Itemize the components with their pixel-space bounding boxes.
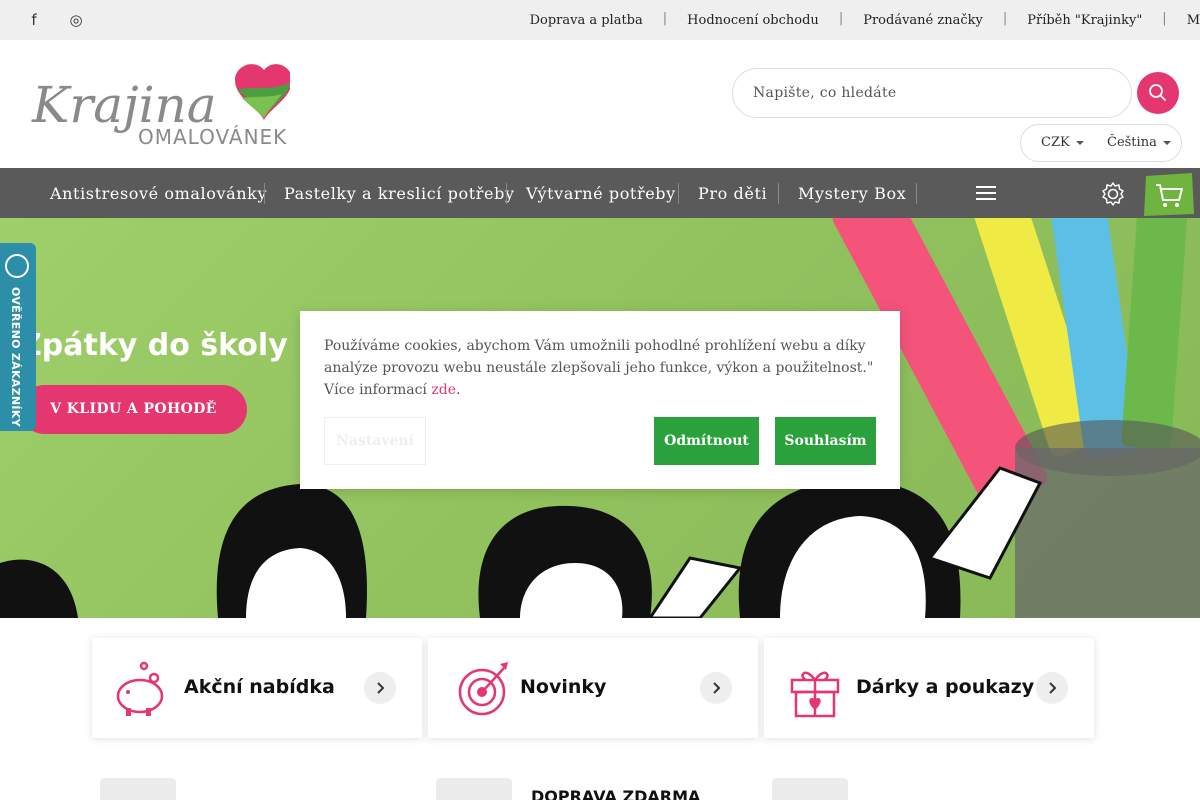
- search-placeholder: Napište, co hledáte: [753, 85, 897, 101]
- cart-icon[interactable]: [1142, 170, 1196, 218]
- search-button[interactable]: [1137, 72, 1179, 114]
- verified-badge-text: OVĚŘENO ZÁKAZNÍKY: [9, 287, 22, 427]
- chevron-down-icon: [1075, 140, 1084, 145]
- chevron-right-icon[interactable]: [1036, 672, 1068, 704]
- nav-separator: [916, 183, 917, 204]
- category-card-new[interactable]: Novinky: [428, 638, 758, 738]
- hero-title: Zpátky do školy: [20, 328, 288, 363]
- nav-item-antistress[interactable]: Antistresové omalovánky: [50, 184, 267, 203]
- nav-item-mystery-box[interactable]: Mystery Box: [798, 184, 906, 203]
- facebook-icon[interactable]: f: [26, 12, 42, 28]
- category-card-gifts[interactable]: Dárky a poukazy: [764, 638, 1094, 738]
- cookie-accept-button[interactable]: Souhlasím: [775, 417, 876, 465]
- decor-brush-stroke: [772, 778, 848, 800]
- cookie-settings-button[interactable]: Nastavení: [324, 417, 426, 465]
- nav-separator: [778, 183, 779, 204]
- nav-separator: [506, 183, 507, 204]
- top-link-reviews[interactable]: Hodnocení obchodu: [667, 13, 839, 28]
- gift-icon: [790, 671, 840, 718]
- verified-seal-icon: [5, 254, 29, 278]
- site-logo[interactable]: Krajina OMALOVÁNEK: [30, 60, 290, 150]
- top-bar: f ◎ Doprava a platba | Hodnocení obchodu…: [0, 0, 1200, 40]
- gear-icon[interactable]: [1100, 181, 1126, 207]
- top-link-more[interactable]: M: [1167, 13, 1200, 28]
- top-link-story[interactable]: Příběh "Krajinky": [1007, 13, 1162, 28]
- nav-item-kids[interactable]: Pro děti: [698, 184, 767, 203]
- cookie-decline-button[interactable]: Odmítnout: [654, 417, 759, 465]
- logo-subtitle: OMALOVÁNEK: [138, 125, 287, 149]
- cookie-message: Používáme cookies, abychom Vám umožnili …: [324, 338, 874, 398]
- language-value: Čeština: [1107, 135, 1157, 150]
- hero-cta-button[interactable]: V KLIDU A POHODĚ: [20, 385, 247, 434]
- main-nav: Antistresové omalovánky Pastelky a kresl…: [0, 168, 1200, 218]
- currency-select[interactable]: CZK: [1041, 135, 1084, 150]
- kids-illustration: [0, 466, 1043, 618]
- target-icon: [458, 662, 508, 716]
- nav-separator: [264, 183, 265, 204]
- decor-brush-stroke: [436, 778, 512, 800]
- nav-separator: [678, 183, 679, 204]
- cookie-text: Používáme cookies, abychom Vám umožnili …: [324, 335, 876, 401]
- decor-brush-stroke: [100, 778, 176, 800]
- piggy-bank-icon: [116, 661, 164, 716]
- currency-value: CZK: [1041, 135, 1070, 150]
- currency-language-box: CZK Čeština: [1020, 124, 1182, 162]
- card-label: Akční nabídka: [184, 676, 335, 698]
- menu-icon[interactable]: [976, 186, 996, 200]
- card-label: Novinky: [520, 676, 607, 698]
- top-links: Doprava a platba | Hodnocení obchodu | P…: [510, 0, 1200, 40]
- chevron-down-icon: [1162, 140, 1171, 145]
- verified-badge[interactable]: OVĚŘENO ZÁKAZNÍKY: [0, 243, 36, 431]
- top-link-brands[interactable]: Prodávané značky: [843, 13, 1003, 28]
- cookie-more-link[interactable]: zde: [431, 382, 456, 398]
- category-card-sale[interactable]: Akční nabídka: [92, 638, 422, 738]
- instagram-icon[interactable]: ◎: [68, 12, 84, 28]
- card-label: Dárky a poukazy: [856, 676, 1035, 698]
- cookie-dialog: Používáme cookies, abychom Vám umožnili …: [300, 311, 900, 489]
- page: f ◎ Doprava a platba | Hodnocení obchodu…: [0, 0, 1200, 800]
- search-input[interactable]: Napište, co hledáte: [732, 68, 1132, 118]
- language-select[interactable]: Čeština: [1107, 135, 1171, 150]
- nav-item-art-supplies[interactable]: Výtvarné potřeby: [526, 184, 676, 203]
- chevron-right-icon[interactable]: [700, 672, 732, 704]
- free-shipping-title: DOPRAVA ZDARMA: [531, 787, 701, 800]
- search-icon: [1149, 84, 1166, 101]
- top-link-shipping[interactable]: Doprava a platba: [510, 13, 663, 28]
- cookie-period: .: [455, 382, 461, 398]
- chevron-right-icon[interactable]: [364, 672, 396, 704]
- nav-item-pencils[interactable]: Pastelky a kreslicí potřeby: [284, 184, 515, 203]
